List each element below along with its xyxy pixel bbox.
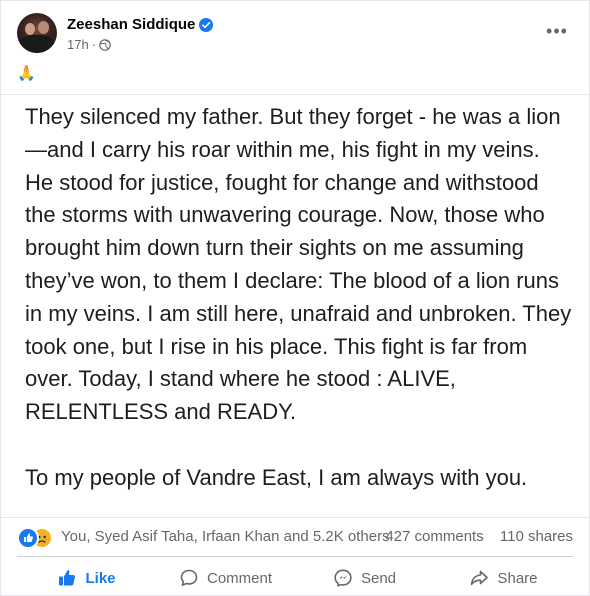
like-reaction-icon	[17, 527, 39, 549]
post-text-card: They silenced my father. But they forget…	[1, 94, 589, 518]
actions-divider	[17, 556, 573, 557]
post-card: Zeeshan Siddique 17h · ••• 🙏 They silenc…	[0, 0, 590, 596]
avatar[interactable]	[17, 13, 57, 53]
globe-icon[interactable]	[99, 38, 111, 51]
like-button[interactable]: Like	[17, 562, 156, 594]
share-button[interactable]: Share	[434, 562, 573, 594]
comment-label: Comment	[206, 569, 273, 587]
comments-count[interactable]: 427 comments	[385, 528, 483, 545]
more-options-icon[interactable]: •••	[545, 21, 569, 41]
messenger-icon	[333, 568, 353, 588]
reactions-row: You, Syed Asif Taha, Irfaan Khan and 5.2…	[17, 525, 573, 549]
engagement-counts: 427 comments 110 shares	[373, 528, 573, 545]
thumbs-up-icon	[57, 568, 77, 588]
share-arrow-icon	[469, 568, 489, 588]
post-body-text: They silenced my father. But they forget…	[25, 104, 572, 490]
author-name-row: Zeeshan Siddique	[67, 16, 214, 33]
comment-icon	[179, 568, 199, 588]
post-header: Zeeshan Siddique 17h · •••	[17, 13, 577, 57]
comment-button[interactable]: Comment	[156, 562, 295, 594]
like-label: Like	[85, 569, 116, 587]
post-emoji: 🙏	[17, 65, 36, 82]
shares-count[interactable]: 110 shares	[500, 528, 573, 545]
reactors-text[interactable]: You, Syed Asif Taha, Irfaan Khan and 5.2…	[61, 528, 390, 545]
send-label: Send	[360, 569, 397, 587]
author-name[interactable]: Zeeshan Siddique	[67, 16, 195, 33]
send-button[interactable]: Send	[295, 562, 434, 594]
meta-separator: ·	[91, 37, 97, 52]
share-label: Share	[497, 569, 538, 587]
post-meta: 17h ·	[67, 37, 111, 52]
post-actions: Like Comment Send Share	[17, 561, 573, 595]
reaction-icons[interactable]	[17, 527, 57, 549]
post-timestamp[interactable]: 17h	[67, 37, 89, 52]
verified-badge-icon	[199, 17, 214, 32]
